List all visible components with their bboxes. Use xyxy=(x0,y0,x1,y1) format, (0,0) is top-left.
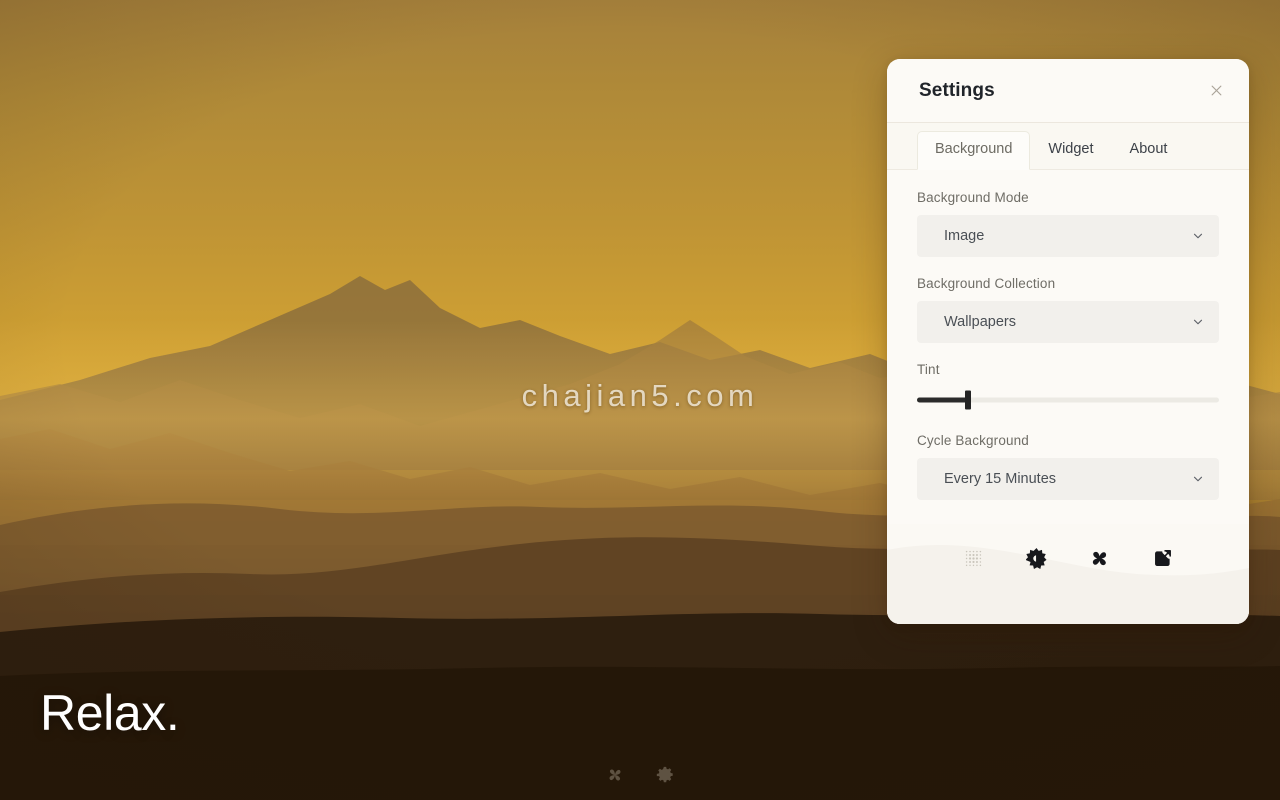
greeting-text: Relax. xyxy=(40,685,180,741)
brightness-icon xyxy=(1026,547,1047,569)
tint-field: Tint xyxy=(917,362,1219,411)
background-mode-field: Image xyxy=(917,215,1219,257)
dock-settings-button[interactable] xyxy=(652,762,678,788)
tab-background[interactable]: Background xyxy=(917,130,1031,170)
gear-icon xyxy=(656,766,673,783)
grain-button[interactable] xyxy=(959,543,989,573)
tint-slider[interactable] xyxy=(917,389,1219,411)
cycle-background-label: Cycle Background xyxy=(917,433,1029,448)
footer-icon-row xyxy=(887,524,1249,592)
close-icon xyxy=(1211,85,1221,95)
dock-pinwheel-button[interactable] xyxy=(602,762,628,788)
pinwheel-icon xyxy=(1092,551,1107,565)
background-mode-select[interactable]: Image xyxy=(917,215,1219,257)
pinwheel-icon xyxy=(609,769,621,781)
open-external-button[interactable] xyxy=(1148,543,1178,573)
panel-footer xyxy=(887,524,1249,624)
cycle-background-select[interactable]: Every 15 Minutes xyxy=(917,458,1219,500)
external-link-icon xyxy=(1154,550,1171,566)
bottom-dock xyxy=(0,762,1280,788)
settings-panel: Settings Background Widget About Backgro… xyxy=(887,59,1249,624)
background-mode-label: Background Mode xyxy=(917,190,1029,205)
tint-label: Tint xyxy=(917,362,940,377)
background-collection-field: Wallpapers xyxy=(917,301,1219,343)
background-collection-label: Background Collection xyxy=(917,276,1056,291)
brightness-button[interactable] xyxy=(1022,543,1052,573)
tint-slider-thumb[interactable] xyxy=(965,390,972,410)
cycle-background-field: Every 15 Minutes xyxy=(917,458,1219,500)
panel-body: Background Mode Image Background Collect… xyxy=(887,170,1249,524)
tab-about[interactable]: About xyxy=(1112,131,1186,169)
halftone-grid-icon xyxy=(965,550,982,566)
tab-widget[interactable]: Widget xyxy=(1030,131,1111,169)
page-title: Settings xyxy=(919,79,995,101)
tab-bar: Background Widget About xyxy=(887,123,1249,170)
close-button[interactable] xyxy=(1203,77,1229,103)
background-collection-select[interactable]: Wallpapers xyxy=(917,301,1219,343)
panel-pinwheel-button[interactable] xyxy=(1085,543,1115,573)
tint-slider-fill xyxy=(917,397,969,403)
panel-header: Settings xyxy=(887,59,1249,123)
